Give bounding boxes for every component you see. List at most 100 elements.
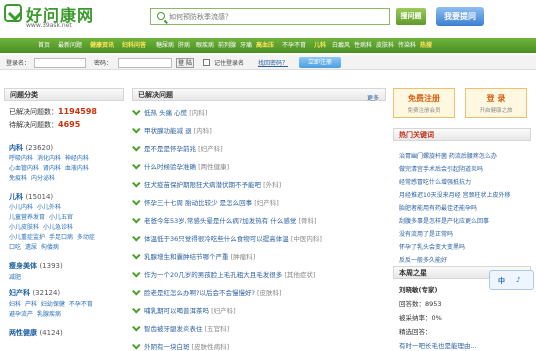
nav-item[interactable]: 前列腺 <box>218 38 236 53</box>
question-item[interactable]: 外阴有一块白斑 [皮肤性病科] <box>132 341 229 351</box>
check-icon <box>132 143 141 152</box>
check-icon <box>132 251 141 260</box>
nav-item[interactable]: 热搜 <box>420 38 432 53</box>
question-item[interactable]: 是不是是怀孕前兆 [妇产科] <box>132 143 223 153</box>
check-icon <box>132 125 141 134</box>
login-button[interactable]: 登 陆 <box>176 58 194 68</box>
nav-item[interactable]: 糖尿病 <box>156 38 174 53</box>
login-box-sub: 开启健康之旅 <box>479 108 513 114</box>
more-link[interactable]: 更多 <box>367 92 379 105</box>
category-shoushen[interactable]: 瘦身美体 (1393) <box>9 261 63 271</box>
forgot-password-link[interactable]: 找回密码？ <box>258 58 288 67</box>
category-name[interactable]: 两性健康 <box>9 329 37 337</box>
password-field[interactable] <box>118 58 172 68</box>
sub-link-row[interactable]: 妇科 产科 妇幼保健 不孕不育 <box>9 299 93 308</box>
check-icon <box>132 161 141 170</box>
username-field[interactable] <box>34 58 86 68</box>
sub-link-row[interactable]: 减肥 <box>9 272 21 281</box>
pending-value: 4695 <box>58 120 81 129</box>
hot-keyword[interactable]: 刮腹多事是怎样是产化应更么回事 <box>399 216 489 225</box>
question-item[interactable]: 甲状腺功能减 退 [内科] <box>132 125 212 135</box>
hot-keyword[interactable]: 怀孕了乳头会变大变黑吗 <box>399 242 465 251</box>
question-item[interactable]: 乳腺增生和囊肿结节哪个严重 [肿瘤科] <box>132 251 255 261</box>
category-name[interactable]: 妇产科 <box>9 289 30 297</box>
hot-keyword[interactable]: 治胃幽门螺旋杆菌 药流后腰疼怎么办 <box>399 151 497 160</box>
hot-keyword[interactable]: 月经推迟10天没来月经 宫颈柱状上皮外移 <box>399 190 511 199</box>
nav-item[interactable]: 性病科 <box>354 38 372 53</box>
question-item[interactable]: 智齿被牙龈发炎表住 [五官科] <box>132 323 229 333</box>
search-input[interactable] <box>169 10 384 23</box>
category-name[interactable]: 内科 <box>9 144 23 152</box>
sub-link-row[interactable]: 小儿皮肤科 小儿急诊科 <box>9 222 73 231</box>
star-best-label: 精选回答： <box>399 328 432 336</box>
category-count: (15014) <box>25 193 54 201</box>
question-item[interactable]: 狂犬疫苗保护期限狂犬病潜伏期不予能吧 [外科] <box>132 179 281 189</box>
login-box[interactable]: 登 录 开启健康之旅 <box>465 88 527 118</box>
sub-link-row[interactable]: 儿童营养发育 小儿五官 <box>9 212 73 221</box>
question-item[interactable]: 作为一个20几岁的男孩脸上毛孔粗大且毛发很多 [其他症状] <box>132 269 315 279</box>
nav-item[interactable]: 眼疾病 <box>196 38 214 53</box>
login-box-title[interactable]: 登 录 <box>466 93 526 104</box>
hot-keyword[interactable]: 没有流用了是正常吗 <box>399 229 453 238</box>
hot-keyword[interactable]: 经常感冒吃什么增强抵抗力 <box>399 177 471 186</box>
sub-link-row[interactable]: 呼吸内科 消化内科 神经内科 <box>9 153 89 162</box>
nav-item[interactable]: 肝病 <box>178 38 190 53</box>
nav-item[interactable]: 妇科问答 <box>122 38 146 53</box>
question-item[interactable]: 哺乳期可以喝普洱茶吗 [妇产科] <box>132 305 236 315</box>
question-item[interactable]: 脸老是红怎么办啊?以后会不会慢慢好? [皮肤科] <box>132 287 282 297</box>
question-item[interactable]: 老爸今年53岁,常感头晕是什么病?加发热有 什么感觉 [骨科] <box>132 215 317 225</box>
category-name[interactable]: 儿科 <box>9 193 23 201</box>
question-item[interactable]: 低热 头痛 心慌 [内科] <box>132 107 207 117</box>
nav-item[interactable]: 白癜风 <box>332 38 350 53</box>
nav-item[interactable]: 首页 <box>38 38 50 53</box>
nav-item[interactable]: 牙痛 <box>240 38 252 53</box>
sub-link-row[interactable]: 口吃 遗尿 佝偻病 <box>9 242 59 251</box>
sub-link-row[interactable]: 小儿内科 小儿外科 <box>9 202 61 211</box>
nav-item[interactable]: 健康资讯 <box>90 38 114 53</box>
hot-keyword[interactable]: 胎肥者能用有药最佳还能孕吗 <box>399 203 477 212</box>
sub-link-row[interactable]: 免疫科 内分泌科 <box>9 173 55 182</box>
free-register-box[interactable]: 免费注册 免费注册会员 <box>393 88 455 118</box>
question-item[interactable]: 体温低于36只觉得很冷吃些什么食物可以提高体温 [中医内科] <box>132 233 322 243</box>
star-best-question[interactable]: 有时一吧长毛也是能理由... <box>399 340 477 350</box>
nav-item[interactable]: 皮肤科 <box>376 38 394 53</box>
star-name[interactable]: 刘晓敏(专家) <box>399 284 437 294</box>
solved-value: 1194598 <box>58 107 97 116</box>
category-erke[interactable]: 儿科 (15014) <box>9 192 53 202</box>
search-box <box>150 8 390 25</box>
category-liangxing[interactable]: 两性健康 (4124) <box>9 328 63 338</box>
category-name[interactable]: 瘦身美体 <box>9 262 37 270</box>
ask-question-button[interactable]: 我要提问 <box>436 7 484 26</box>
free-register-title[interactable]: 免费注册 <box>394 93 454 104</box>
sub-link-row[interactable]: 避孕流产 乳腺疾病 <box>9 309 61 318</box>
nav-item[interactable]: 最新问题 <box>58 38 82 53</box>
question-item[interactable]: 怀孕三十七周 胎动比较少 是怎么回事 [妇产科] <box>132 197 279 207</box>
widget-label[interactable]: 中 <box>498 276 505 286</box>
nav-item[interactable]: 不孕不育 <box>282 38 306 53</box>
category-count: (32124) <box>32 289 61 297</box>
search-button[interactable]: 搜问题 <box>396 8 426 25</box>
remember-label: 记住登录名 <box>214 60 245 67</box>
category-neike[interactable]: 内科 (23620) <box>9 143 53 153</box>
music-icon[interactable]: ♪ <box>516 276 520 284</box>
nav-item[interactable]: 高血压 <box>256 38 274 53</box>
nav-item[interactable]: 儿科 <box>314 38 326 53</box>
category-panel: 问题分类 已解决问题数：1194598 待解决问题数：4695 内科 (2362… <box>4 88 124 351</box>
sub-link-row[interactable]: 心血管内科 肾内科 血液内科 <box>9 163 89 172</box>
site-logo[interactable]: 好问康网 www.39ask.net <box>4 2 114 32</box>
nav-item[interactable]: 传染科 <box>398 38 416 53</box>
hot-keyword[interactable]: 做完清宫手术后会引起阴道炎吗 <box>399 164 483 173</box>
right-sidebar: 免费注册 免费注册会员 登 录 开启健康之旅 热门关键词 治胃幽门螺旋杆菌 药流… <box>393 88 533 351</box>
logo-url: www.39ask.net <box>26 22 72 29</box>
hot-keyword[interactable]: 反反一般多久能好 <box>399 255 447 264</box>
register-button[interactable]: 立即注册 <box>299 57 341 68</box>
floating-widget[interactable]: 中 ♪ <box>489 270 534 290</box>
remember-checkbox[interactable] <box>203 59 210 66</box>
check-icon <box>132 197 141 206</box>
sub-link-row[interactable]: 小儿重症监护 手足口病 多动症 <box>9 232 95 241</box>
solved-count: 已解决问题数：1194598 <box>9 107 97 117</box>
star-adopt-rate: 被采纳率：0% <box>399 314 442 322</box>
category-fuchanke[interactable]: 妇产科 (32124) <box>9 288 60 298</box>
password-label: 密码： <box>94 60 113 67</box>
question-item[interactable]: 什么时候验孕准确 [两性健康] <box>132 161 229 171</box>
